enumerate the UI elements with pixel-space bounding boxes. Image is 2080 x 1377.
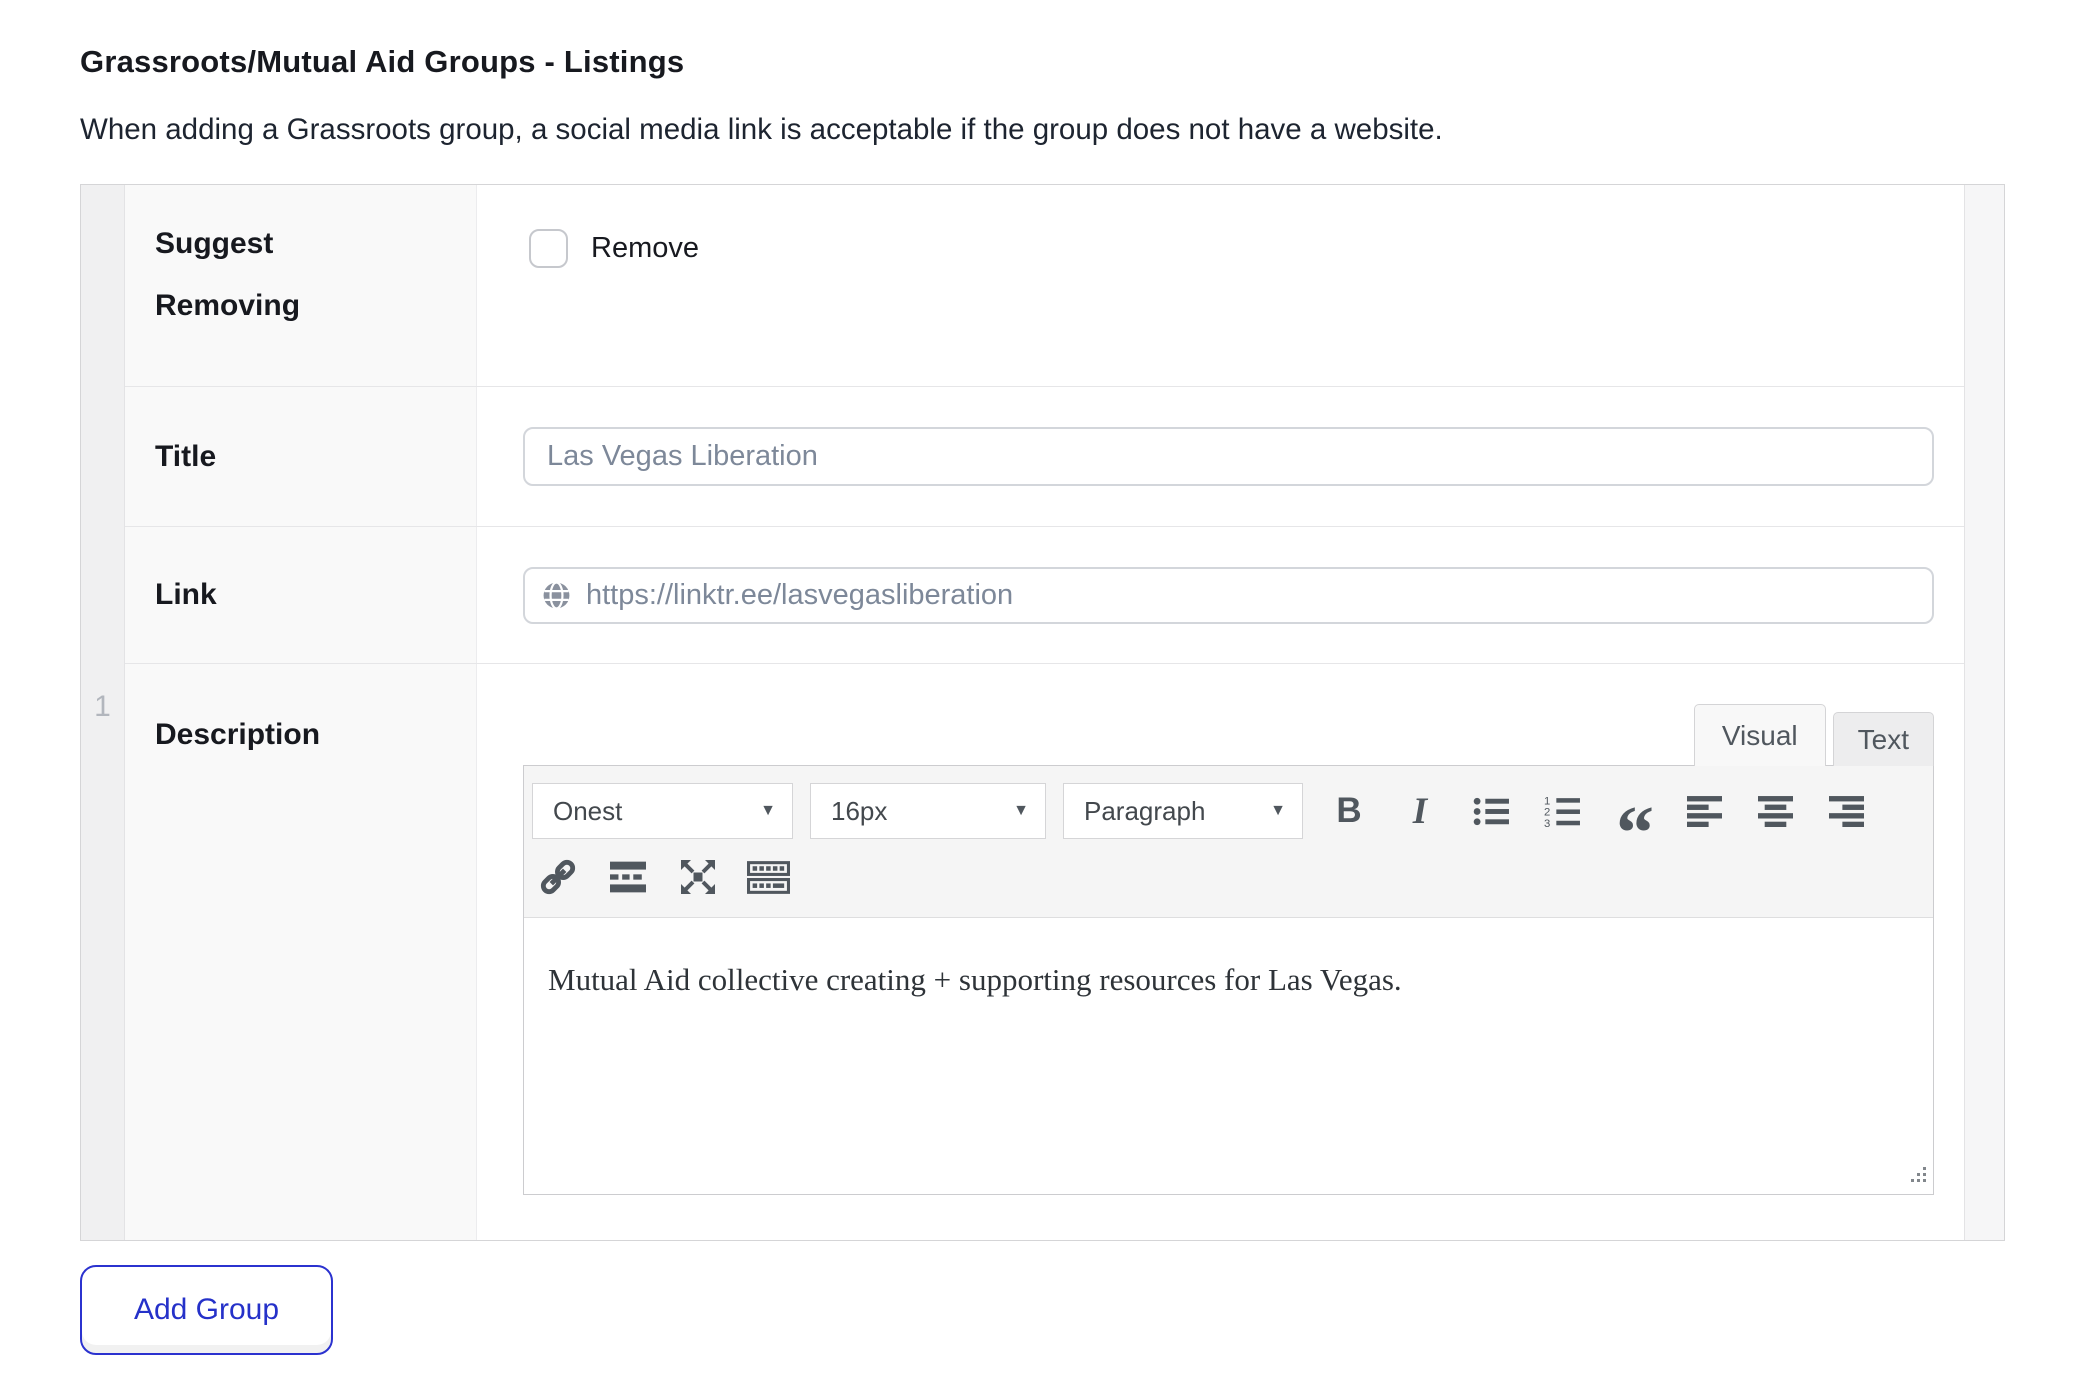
link-input-shell [523,567,1934,624]
title-label-cell: Title [125,387,477,526]
description-value-cell: Visual Text Onest ▼ [477,664,1964,1240]
field-row-description: Description Visual Text Onest [125,663,1964,1240]
field-row-suggest-removing: Suggest Removing Remove [125,185,1964,386]
align-left-button[interactable] [1675,783,1733,839]
font-family-select[interactable]: Onest ▼ [532,783,793,839]
chevron-down-icon: ▼ [1013,802,1029,820]
description-editor-content[interactable]: Mutual Aid collective creating + support… [524,918,1933,1194]
align-center-icon [1758,796,1793,827]
title-input[interactable] [523,427,1934,486]
italic-button[interactable]: I [1391,783,1449,839]
suggest-removing-value-cell: Remove [477,185,1964,386]
resize-grip-icon [1909,1165,1928,1184]
page-description: When adding a Grassroots group, a social… [80,113,2080,147]
insert-link-button[interactable] [532,853,584,901]
description-label-cell: Description [125,664,477,1240]
editor-tabs: Visual Text [523,704,1934,766]
editor-toolbar: Onest ▼ 16px ▼ Paragraph [524,766,1933,918]
link-icon [537,856,579,898]
numbered-list-icon: 1 2 3 [1544,795,1581,827]
tab-text[interactable]: Text [1833,712,1934,766]
read-more-icon [610,861,646,893]
bulleted-list-button[interactable] [1462,783,1520,839]
bold-icon: B [1336,791,1361,831]
suggest-removing-label: Suggest Removing [155,213,365,336]
svg-text:1: 1 [1544,795,1550,807]
align-right-icon [1829,796,1864,827]
font-size-value: 16px [831,796,887,827]
globe-icon [541,580,572,611]
fullscreen-button[interactable] [672,853,724,901]
read-more-button[interactable] [602,853,654,901]
description-label: Description [155,704,365,766]
blockquote-button[interactable]: “ [1604,783,1662,839]
align-left-icon [1687,796,1722,827]
table-right-gutter [1964,185,2004,1240]
paragraph-format-select[interactable]: Paragraph ▼ [1063,783,1303,839]
svg-text:3: 3 [1544,818,1550,827]
listings-repeater-table: 1 Suggest Removing Remove Title [80,184,2005,1241]
suggest-removing-label-cell: Suggest Removing [125,185,477,386]
keyboard-icon [747,861,790,894]
row-order-handle[interactable]: 1 [81,185,125,1240]
remove-checkbox[interactable] [529,229,568,268]
paragraph-format-value: Paragraph [1084,796,1205,827]
row-number: 1 [81,690,124,724]
fullscreen-icon [678,857,718,897]
description-text: Mutual Aid collective creating + support… [548,958,1909,1003]
font-size-select[interactable]: 16px ▼ [810,783,1046,839]
toolbar-row-1: Onest ▼ 16px ▼ Paragraph [532,783,1925,839]
bulleted-list-icon [1473,796,1510,827]
remove-checkbox-label: Remove [591,232,699,265]
title-value-cell [477,387,1964,526]
tab-visual[interactable]: Visual [1694,704,1826,766]
svg-text:2: 2 [1544,807,1550,819]
chevron-down-icon: ▼ [1270,802,1286,820]
link-label-cell: Link [125,527,477,663]
numbered-list-button[interactable]: 1 2 3 [1533,783,1591,839]
add-group-button[interactable]: Add Group [80,1265,333,1355]
bold-button[interactable]: B [1320,783,1378,839]
row-fields: Suggest Removing Remove Title Li [125,185,1964,1240]
italic-icon: I [1413,790,1427,833]
field-row-title: Title [125,386,1964,526]
toolbar-toggle-button[interactable] [742,853,794,901]
font-family-value: Onest [553,796,622,827]
toolbar-row-2 [532,853,1925,901]
editor-resize-handle[interactable] [1909,1165,1928,1189]
wysiwyg-editor: Visual Text Onest ▼ [523,704,1934,1195]
chevron-down-icon: ▼ [760,802,776,820]
link-input[interactable] [586,569,1916,622]
page: Grassroots/Mutual Aid Groups - Listings … [0,0,2080,1355]
link-value-cell [477,527,1964,663]
link-label: Link [155,564,217,626]
editor-box: Onest ▼ 16px ▼ Paragraph [523,765,1934,1195]
align-center-button[interactable] [1746,783,1804,839]
field-row-link: Link [125,526,1964,663]
title-label: Title [155,426,216,488]
align-right-button[interactable] [1817,783,1875,839]
page-title: Grassroots/Mutual Aid Groups - Listings [80,44,2080,80]
